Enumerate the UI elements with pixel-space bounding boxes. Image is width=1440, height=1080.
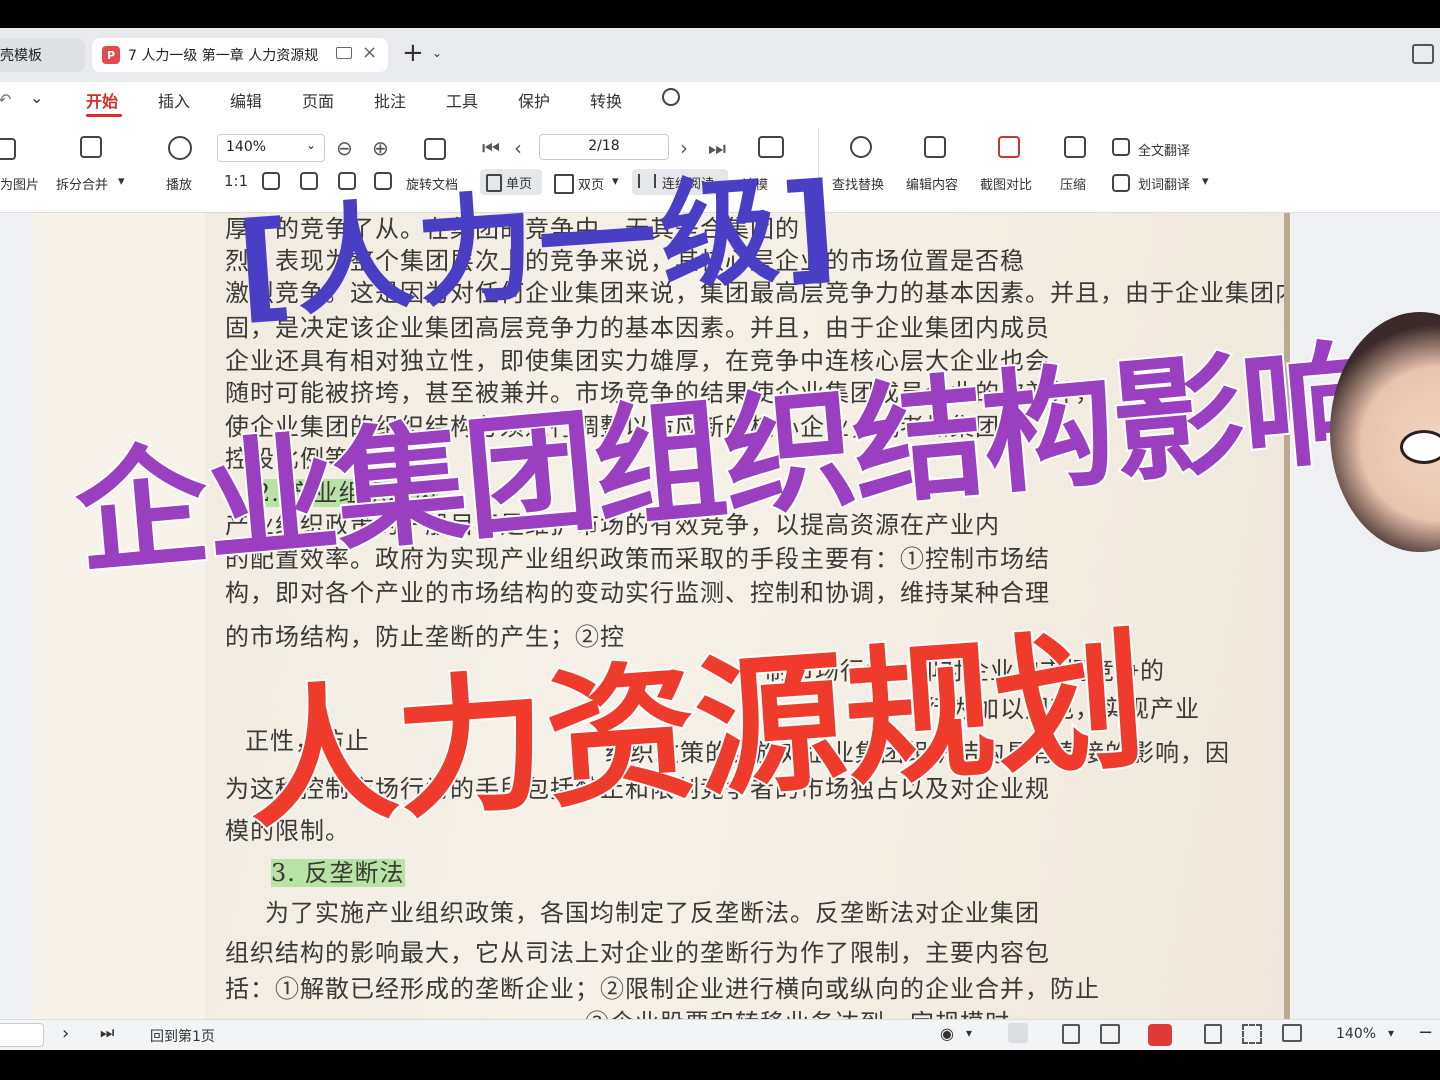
next-page-icon[interactable]: › [62, 1023, 69, 1044]
continuous-mode-icon[interactable] [1008, 1023, 1028, 1043]
double-page-mode-icon[interactable] [1100, 1024, 1120, 1044]
play-button[interactable]: 播放 [166, 174, 192, 193]
doc-heading-text: 3. 反垄断法 [271, 859, 405, 887]
tab-previous[interactable]: 壳模板 [0, 38, 85, 72]
chevron-down-icon[interactable]: ⌄ [30, 88, 43, 107]
chevron-down-icon[interactable]: ▾ [1388, 1026, 1394, 1040]
zoom-out-icon[interactable]: − [1418, 1022, 1433, 1043]
top-black-strip [0, 0, 1440, 28]
zoom-out-icon[interactable]: ⊖ [336, 136, 353, 160]
status-bar: › ⏭ 回到第1页 ◉ ▾ 140% ▾ − [0, 1019, 1440, 1050]
search-icon[interactable] [662, 88, 680, 106]
menu-tools[interactable]: 工具 [446, 88, 478, 112]
fit-page-icon[interactable] [1204, 1024, 1222, 1044]
search-icon[interactable] [850, 136, 872, 158]
undo-icon[interactable]: ↶ [0, 90, 11, 109]
last-page-icon[interactable]: ⏭ [100, 1023, 114, 1043]
menu-page[interactable]: 页面 [302, 88, 334, 112]
doc-line: ③企业股票和转移业务达到一定规模时 [585, 1003, 1010, 1019]
new-tab-plus-icon[interactable]: + [402, 38, 424, 68]
find-replace-button[interactable]: 查找替换 [832, 174, 884, 193]
chevron-down-icon[interactable]: ▾ [966, 1026, 972, 1040]
edit-content-icon[interactable] [924, 136, 946, 158]
single-page-mode-icon[interactable] [1062, 1024, 1080, 1044]
eye-icon[interactable]: ◉ [940, 1024, 954, 1043]
bottom-black-strip [0, 1050, 1440, 1080]
image-convert-icon[interactable] [0, 138, 16, 160]
doc-line: 括：①解散已经形成的垄断企业；②限制企业进行横向或纵向的企业合并，防止 [225, 975, 1100, 1003]
split-merge-icon[interactable] [80, 136, 102, 158]
menu-annotate[interactable]: 批注 [374, 88, 406, 112]
tab-active-document[interactable]: P 7 人力一级 第一章 人力资源规 × [92, 38, 388, 72]
chevron-down-icon: ⌄ [305, 138, 316, 152]
tab-active-label: 7 人力一级 第一章 人力资源规 [128, 48, 319, 64]
fullscreen-icon[interactable] [1242, 1024, 1262, 1044]
split-merge-button[interactable]: 拆分合并 [56, 174, 108, 193]
tab-previous-label: 壳模板 [0, 48, 42, 64]
menu-insert[interactable]: 插入 [158, 88, 190, 112]
screenshot-compare-icon[interactable] [998, 136, 1020, 158]
monitor-icon[interactable] [336, 47, 352, 59]
doc-line: 为了实施产业组织政策，各国均制定了反垄断法。反垄断法对企业集团 [265, 899, 1040, 927]
full-translate-button[interactable]: 全文翻译 [1138, 140, 1190, 159]
zoom-value: 140% [226, 139, 267, 155]
translate-icon[interactable] [1112, 138, 1130, 156]
play-mode-icon[interactable] [1148, 1024, 1172, 1046]
zoom-in-icon[interactable]: ⊕ [372, 136, 389, 160]
menu-start[interactable]: 开始 [86, 88, 118, 112]
window-layout-icon[interactable] [1412, 44, 1434, 64]
close-icon[interactable]: × [362, 42, 377, 63]
play-icon[interactable] [168, 136, 192, 160]
to-image-label[interactable]: 为图片 [0, 174, 39, 193]
chevron-down-icon[interactable]: ⌄ [432, 46, 442, 60]
word-translate-icon[interactable] [1112, 174, 1130, 192]
screenshot-compare-button[interactable]: 截图对比 [980, 174, 1032, 193]
chevron-down-icon[interactable]: ▾ [1202, 174, 1209, 189]
zoom-select[interactable]: 140% ⌄ [217, 134, 325, 162]
tab-bar: 壳模板 P 7 人力一级 第一章 人力资源规 × + ⌄ [0, 28, 1440, 82]
doc-heading: 3. 反垄断法 [271, 853, 405, 888]
avatar-eye [1400, 430, 1440, 464]
edit-content-button[interactable]: 编辑内容 [906, 174, 958, 193]
menu-convert[interactable]: 转换 [590, 88, 622, 112]
pdf-icon: P [102, 46, 120, 64]
compress-button[interactable]: 压缩 [1060, 174, 1086, 193]
menu-edit[interactable]: 编辑 [230, 88, 262, 112]
menu-protect[interactable]: 保护 [518, 88, 550, 112]
ribbon-menu-bar: ↶ ⌄ 开始 插入 编辑 页面 批注 工具 保护 转换 [0, 82, 1440, 122]
doc-line: 组织结构的影响最大，它从司法上对企业的垄断行为作了限制，主要内容包 [225, 939, 1050, 967]
word-translate-button[interactable]: 划词翻译 [1138, 174, 1190, 193]
back-to-first-page[interactable]: 回到第1页 [150, 1026, 215, 1046]
chevron-down-icon[interactable]: ▾ [118, 174, 125, 189]
menu-active-indicator [86, 114, 122, 117]
status-page-input[interactable] [0, 1023, 44, 1047]
compress-icon[interactable] [1064, 136, 1086, 158]
fit-width-icon[interactable] [1282, 1024, 1302, 1042]
status-zoom-value[interactable]: 140% [1336, 1026, 1376, 1042]
